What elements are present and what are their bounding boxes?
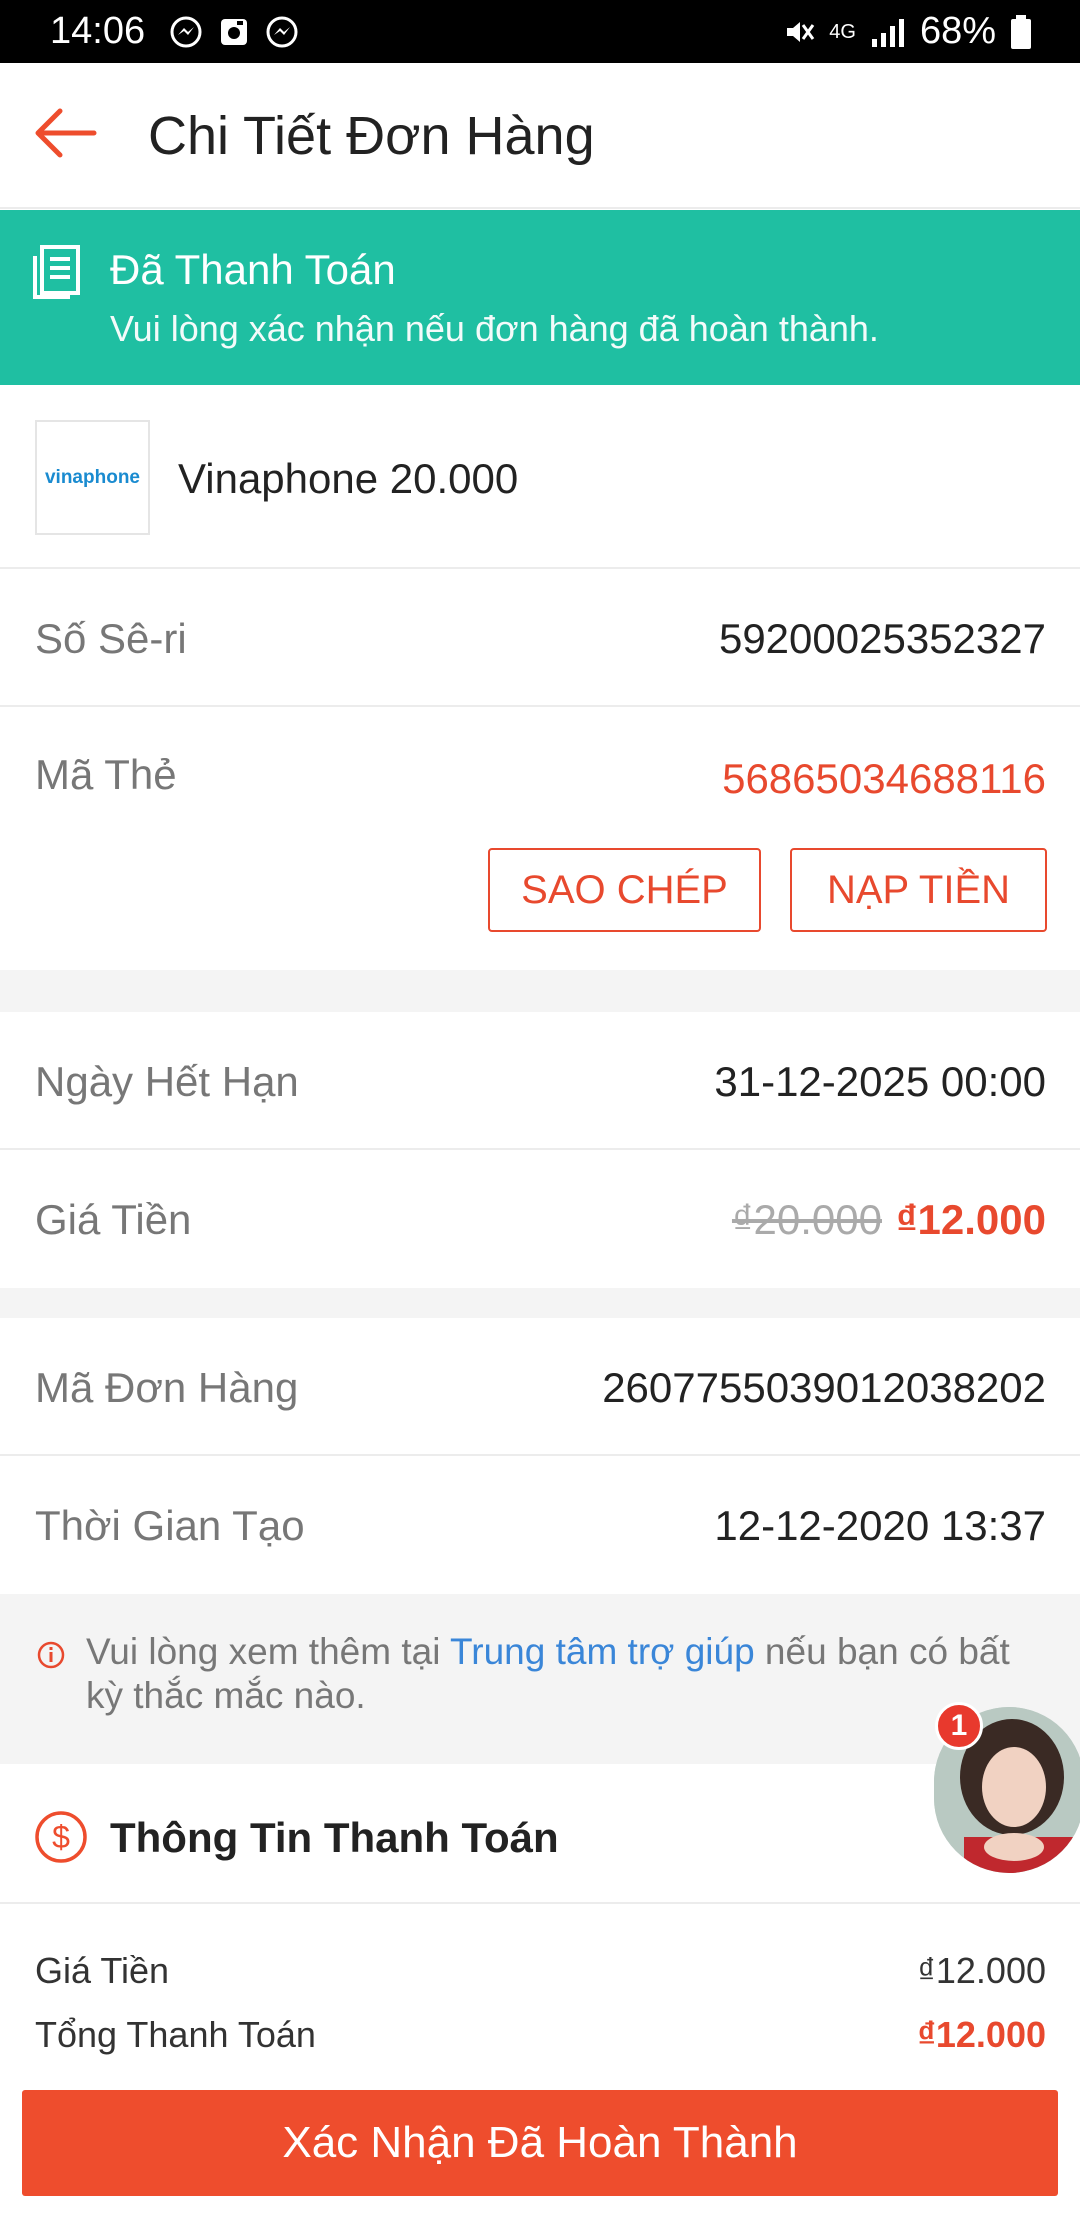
help-center-link[interactable]: Trung tâm trợ giúp [450, 1631, 755, 1672]
card-code-value: 56865034688116 [722, 755, 1046, 802]
summary-total-value: ₫12.000 [917, 2014, 1046, 2055]
receipt-icon [33, 245, 80, 299]
topup-button[interactable]: NẠP TIỀN [790, 848, 1047, 932]
banner-subtitle: Vui lòng xác nhận nếu đơn hàng đã hoàn t… [110, 308, 879, 349]
signal-icon [871, 18, 904, 47]
status-right: 4G 68% [781, 10, 1032, 53]
help-text: Vui lòng xem thêm tại Trung tâm trợ giúp… [86, 1630, 1046, 1718]
product-logo: vinaphone [35, 420, 150, 535]
status-bar: 14:06 4G 68% [0, 0, 1080, 63]
order-id-value: 2607755039012038202 [602, 1364, 1046, 1411]
section-divider-2 [0, 1288, 1080, 1318]
banner-title: Đã Thanh Toán [110, 246, 396, 293]
product-row[interactable]: vinaphone Vinaphone 20.000 [0, 385, 1080, 569]
created-value: 12-12-2020 13:37 [714, 1502, 1046, 1549]
order-id-row: Mã Đơn Hàng 2607755039012038202 [0, 1318, 1080, 1456]
messenger-icon-2 [266, 16, 298, 48]
dollar-icon: $ [35, 1811, 87, 1863]
payment-info-header: $ Thông Tin Thanh Toán [0, 1764, 1080, 1904]
network-type: 4G [829, 20, 856, 43]
order-status-banner: Đã Thanh Toán Vui lòng xác nhận nếu đơn … [0, 210, 1080, 385]
camera-app-icon [221, 19, 247, 45]
expiry-value: 31-12-2025 00:00 [714, 1058, 1046, 1105]
serial-value: 59200025352327 [718, 615, 1046, 662]
svg-text:$: $ [52, 1819, 70, 1855]
expiry-row: Ngày Hết Hạn 31-12-2025 00:00 [0, 1012, 1080, 1150]
copy-button[interactable]: SAO CHÉP [488, 848, 761, 932]
app-bar: Chi Tiết Đơn Hàng [0, 63, 1080, 209]
confirm-complete-button[interactable]: Xác Nhận Đã Hoàn Thành [22, 2090, 1058, 2196]
card-code-label: Mã Thẻ [35, 751, 177, 798]
chat-notification-badge: 1 [935, 1702, 983, 1750]
product-name: Vinaphone 20.000 [178, 455, 519, 502]
help-text-start: Vui lòng xem thêm tại [86, 1631, 451, 1672]
serial-label: Số Sê-ri [35, 615, 187, 662]
battery-percent: 68% [919, 10, 996, 52]
price-label: Giá Tiền [35, 1196, 192, 1243]
back-arrow-icon[interactable] [30, 103, 100, 163]
battery-icon [1011, 14, 1031, 49]
payment-info-title: Thông Tin Thanh Toán [110, 1814, 559, 1861]
summary-price-label: Giá Tiền [35, 1950, 170, 1991]
info-icon [37, 1641, 65, 1669]
serial-row: Số Sê-ri 59200025352327 [0, 569, 1080, 707]
help-info: Vui lòng xem thêm tại Trung tâm trợ giúp… [0, 1594, 1080, 1764]
order-id-label: Mã Đơn Hàng [35, 1364, 299, 1411]
summary-total-label: Tổng Thanh Toán [35, 2014, 316, 2055]
expiry-label: Ngày Hết Hạn [35, 1058, 299, 1105]
original-price: ₫20.000 [731, 1196, 882, 1243]
section-divider [0, 970, 1080, 1012]
created-label: Thời Gian Tạo [35, 1502, 305, 1549]
payment-summary: Giá Tiền ₫12.000 Tổng Thanh Toán ₫12.000 [0, 1904, 1080, 2064]
created-time-row: Thời Gian Tạo 12-12-2020 13:37 [0, 1456, 1080, 1594]
mute-icon [787, 21, 815, 42]
summary-price-value: ₫12.000 [917, 1950, 1046, 1991]
price-row: Giá Tiền ₫20.000 ₫12.000 [0, 1150, 1080, 1288]
product-logo-text: vinaphone [44, 466, 140, 488]
price-values: ₫20.000 ₫12.000 [732, 1196, 1046, 1244]
sale-price: ₫12.000 [895, 1196, 1046, 1243]
page-title: Chi Tiết Đơn Hàng [148, 106, 595, 166]
messenger-icon [170, 16, 202, 48]
card-code-row: Mã Thẻ 56865034688116 SAO CHÉP NẠP TIỀN [0, 707, 1080, 970]
status-time: 14:06 [50, 10, 146, 52]
